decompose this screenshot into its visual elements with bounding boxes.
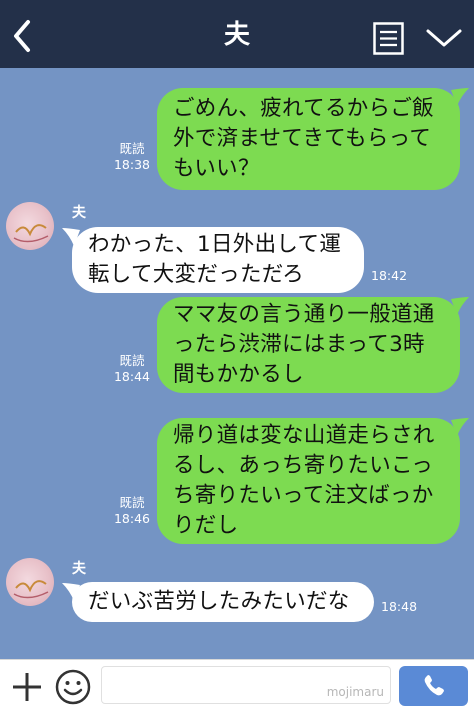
read-receipt: 既読 18:46 [110, 495, 154, 527]
bubble-tail [62, 583, 80, 601]
chevron-down-icon [426, 29, 462, 47]
emoji-button[interactable] [54, 668, 92, 706]
incoming-message[interactable]: わかった、1日外出して運 転して大変だっただろ [72, 227, 364, 293]
incoming-message[interactable]: だいぶ苦労したみたいだな [72, 582, 374, 622]
message-time: 18:38 [113, 157, 151, 172]
list-icon [373, 22, 404, 55]
outgoing-message[interactable]: ママ友の言う通り一般道通 ったら渋滞にはまって3時 間もかかるし [157, 297, 460, 393]
call-button[interactable] [399, 666, 468, 706]
sender-name: 夫 [72, 561, 86, 577]
chat-header: 夫 [0, 0, 474, 68]
avatar[interactable] [6, 202, 54, 250]
phone-icon [424, 675, 444, 696]
message-list[interactable]: ごめん、疲れてるからご飯 外で済ませてきてもらって もいい？ 既読 18:38 … [0, 68, 474, 659]
outgoing-message[interactable]: ごめん、疲れてるからご飯 外で済ませてきてもらって もいい？ [157, 88, 460, 190]
read-receipt: 既読 18:44 [110, 353, 154, 385]
avatar-image [13, 580, 49, 599]
read-label: 既読 [119, 495, 145, 510]
read-receipt: 既読 18:38 [110, 141, 154, 173]
message-time: 18:44 [113, 369, 151, 384]
watermark: mojimaru [326, 685, 384, 699]
bubble-tail [451, 418, 469, 436]
menu-button[interactable] [373, 22, 404, 55]
read-label: 既読 [119, 141, 145, 156]
read-label: 既読 [119, 353, 145, 368]
bubble-tail [62, 228, 80, 246]
smiley-icon [55, 669, 91, 705]
message-time: 18:42 [371, 268, 408, 283]
message-time: 18:48 [381, 599, 418, 614]
input-bar: mojimaru [0, 659, 474, 711]
chevron-left-icon [14, 20, 30, 52]
sender-name: 夫 [72, 205, 86, 221]
back-button[interactable] [6, 16, 40, 56]
bubble-tail [451, 88, 469, 106]
avatar[interactable] [6, 558, 54, 606]
avatar-image [13, 224, 49, 243]
bubble-tail [451, 297, 469, 315]
outgoing-message[interactable]: 帰り道は変な山道走らされ るし、あっち寄りたいこっ ち寄りたいって注文ばっか り… [157, 418, 460, 544]
message-time: 18:46 [113, 511, 151, 526]
plus-icon [13, 673, 41, 701]
message-input[interactable]: mojimaru [101, 666, 391, 704]
add-button[interactable] [10, 670, 44, 704]
dropdown-button[interactable] [424, 26, 464, 50]
